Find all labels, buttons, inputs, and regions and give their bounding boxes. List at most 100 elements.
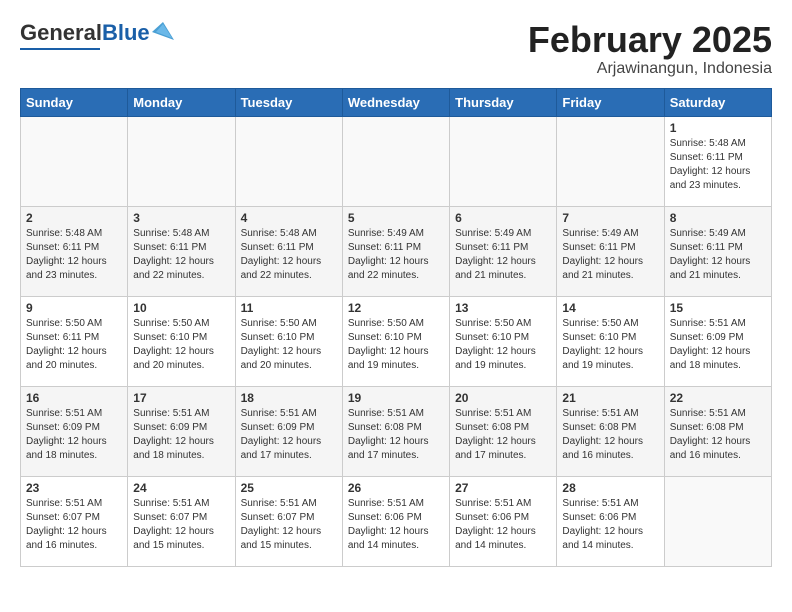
calendar-week-1: 1 Sunrise: 5:48 AMSunset: 6:11 PMDaylight… [21,116,772,206]
calendar-cell: 28 Sunrise: 5:51 AMSunset: 6:06 PMDayligh… [557,476,664,566]
calendar-header-tuesday: Tuesday [235,88,342,116]
day-info: Sunrise: 5:51 AMSunset: 6:06 PMDaylight:… [455,497,551,553]
day-info: Sunrise: 5:51 AMSunset: 6:09 PMDaylight:… [670,317,766,373]
calendar-header-friday: Friday [557,88,664,116]
calendar-cell: 15Sunrise: 5:51 AMSunset: 6:09 PMDayligh… [664,296,771,386]
day-number: 28 [562,481,658,495]
day-info: Sunrise: 5:48 AMSunset: 6:11 PMDaylight:… [133,227,229,283]
day-info: Sunrise: 5:51 AMSunset: 6:08 PMDaylight:… [562,407,658,463]
calendar-cell [342,116,449,206]
calendar-cell: 2 Sunrise: 5:48 AMSunset: 6:11 PMDaylight… [21,206,128,296]
day-number: 21 [562,391,658,405]
day-info: Sunrise: 5:51 AMSunset: 6:07 PMDaylight:… [133,497,229,553]
day-info: Sunrise: 5:51 AMSunset: 6:06 PMDaylight:… [562,497,658,553]
day-info: Sunrise: 5:51 AMSunset: 6:09 PMDaylight:… [241,407,337,463]
calendar-cell: 25 Sunrise: 5:51 AMSunset: 6:07 PMDayligh… [235,476,342,566]
calendar-cell: 18 Sunrise: 5:51 AMSunset: 6:09 PMDayligh… [235,386,342,476]
day-info: Sunrise: 5:49 AMSunset: 6:11 PMDaylight:… [455,227,551,283]
day-number: 11 [241,301,337,315]
calendar-cell [557,116,664,206]
calendar-cell: 6 Sunrise: 5:49 AMSunset: 6:11 PMDaylight… [450,206,557,296]
calendar-cell: 27 Sunrise: 5:51 AMSunset: 6:06 PMDayligh… [450,476,557,566]
calendar-cell: 5Sunrise: 5:49 AMSunset: 6:11 PMDaylight… [342,206,449,296]
calendar-cell [450,116,557,206]
day-info: Sunrise: 5:50 AMSunset: 6:10 PMDaylight:… [348,317,444,373]
calendar-cell: 11 Sunrise: 5:50 AMSunset: 6:10 PMDayligh… [235,296,342,386]
calendar-cell [128,116,235,206]
page-header: General Blue February 2025 Arjawinangun,… [20,20,772,78]
day-info: Sunrise: 5:50 AMSunset: 6:10 PMDaylight:… [241,317,337,373]
calendar-cell [664,476,771,566]
calendar-header-thursday: Thursday [450,88,557,116]
day-number: 27 [455,481,551,495]
day-number: 10 [133,301,229,315]
day-info: Sunrise: 5:51 AMSunset: 6:08 PMDaylight:… [348,407,444,463]
calendar-cell: 24 Sunrise: 5:51 AMSunset: 6:07 PMDayligh… [128,476,235,566]
day-number: 3 [133,211,229,225]
calendar-header-monday: Monday [128,88,235,116]
calendar-header-row: SundayMondayTuesdayWednesdayThursdayFrid… [21,88,772,116]
day-number: 22 [670,391,766,405]
day-number: 20 [455,391,551,405]
day-info: Sunrise: 5:51 AMSunset: 6:07 PMDaylight:… [26,497,122,553]
day-number: 8 [670,211,766,225]
day-number: 24 [133,481,229,495]
day-number: 19 [348,391,444,405]
day-info: Sunrise: 5:49 AMSunset: 6:11 PMDaylight:… [670,227,766,283]
calendar-cell: 3 Sunrise: 5:48 AMSunset: 6:11 PMDaylight… [128,206,235,296]
calendar-cell: 10Sunrise: 5:50 AMSunset: 6:10 PMDayligh… [128,296,235,386]
calendar-header-wednesday: Wednesday [342,88,449,116]
calendar-cell: 9Sunrise: 5:50 AMSunset: 6:11 PMDaylight… [21,296,128,386]
day-number: 14 [562,301,658,315]
calendar-week-4: 16Sunrise: 5:51 AMSunset: 6:09 PMDayligh… [21,386,772,476]
calendar-cell: 21 Sunrise: 5:51 AMSunset: 6:08 PMDayligh… [557,386,664,476]
day-number: 25 [241,481,337,495]
calendar-cell: 23 Sunrise: 5:51 AMSunset: 6:07 PMDayligh… [21,476,128,566]
day-number: 23 [26,481,122,495]
day-number: 6 [455,211,551,225]
day-info: Sunrise: 5:51 AMSunset: 6:08 PMDaylight:… [670,407,766,463]
calendar-cell [235,116,342,206]
title-block: February 2025 Arjawinangun, Indonesia [528,20,772,78]
calendar-cell: 22 Sunrise: 5:51 AMSunset: 6:08 PMDayligh… [664,386,771,476]
calendar-cell: 13Sunrise: 5:50 AMSunset: 6:10 PMDayligh… [450,296,557,386]
day-info: Sunrise: 5:51 AMSunset: 6:08 PMDaylight:… [455,407,551,463]
logo-bird-icon [152,22,174,40]
logo: General Blue [20,20,174,50]
calendar-cell [21,116,128,206]
calendar-cell: 4Sunrise: 5:48 AMSunset: 6:11 PMDaylight… [235,206,342,296]
calendar-cell: 8 Sunrise: 5:49 AMSunset: 6:11 PMDaylight… [664,206,771,296]
calendar-week-3: 9Sunrise: 5:50 AMSunset: 6:11 PMDaylight… [21,296,772,386]
day-number: 2 [26,211,122,225]
calendar-cell: 14 Sunrise: 5:50 AMSunset: 6:10 PMDayligh… [557,296,664,386]
day-info: Sunrise: 5:48 AMSunset: 6:11 PMDaylight:… [26,227,122,283]
day-info: Sunrise: 5:48 AMSunset: 6:11 PMDaylight:… [670,137,766,193]
calendar-cell: 16Sunrise: 5:51 AMSunset: 6:09 PMDayligh… [21,386,128,476]
calendar-cell: 7 Sunrise: 5:49 AMSunset: 6:11 PMDaylight… [557,206,664,296]
calendar-cell: 17Sunrise: 5:51 AMSunset: 6:09 PMDayligh… [128,386,235,476]
day-number: 18 [241,391,337,405]
day-info: Sunrise: 5:50 AMSunset: 6:10 PMDaylight:… [455,317,551,373]
calendar-title: February 2025 [528,20,772,60]
day-info: Sunrise: 5:49 AMSunset: 6:11 PMDaylight:… [348,227,444,283]
day-number: 26 [348,481,444,495]
day-info: Sunrise: 5:51 AMSunset: 6:06 PMDaylight:… [348,497,444,553]
day-number: 7 [562,211,658,225]
calendar-table: SundayMondayTuesdayWednesdayThursdayFrid… [20,88,772,567]
calendar-week-2: 2 Sunrise: 5:48 AMSunset: 6:11 PMDaylight… [21,206,772,296]
calendar-location: Arjawinangun, Indonesia [528,60,772,78]
day-info: Sunrise: 5:49 AMSunset: 6:11 PMDaylight:… [562,227,658,283]
day-number: 12 [348,301,444,315]
day-info: Sunrise: 5:51 AMSunset: 6:09 PMDaylight:… [26,407,122,463]
calendar-cell: 26 Sunrise: 5:51 AMSunset: 6:06 PMDayligh… [342,476,449,566]
calendar-header-sunday: Sunday [21,88,128,116]
calendar-cell: 12 Sunrise: 5:50 AMSunset: 6:10 PMDayligh… [342,296,449,386]
day-number: 17 [133,391,229,405]
day-number: 1 [670,121,766,135]
day-info: Sunrise: 5:50 AMSunset: 6:10 PMDaylight:… [562,317,658,373]
calendar-cell: 19 Sunrise: 5:51 AMSunset: 6:08 PMDayligh… [342,386,449,476]
calendar-week-5: 23 Sunrise: 5:51 AMSunset: 6:07 PMDayligh… [21,476,772,566]
day-info: Sunrise: 5:51 AMSunset: 6:07 PMDaylight:… [241,497,337,553]
calendar-cell: 1 Sunrise: 5:48 AMSunset: 6:11 PMDaylight… [664,116,771,206]
day-number: 4 [241,211,337,225]
